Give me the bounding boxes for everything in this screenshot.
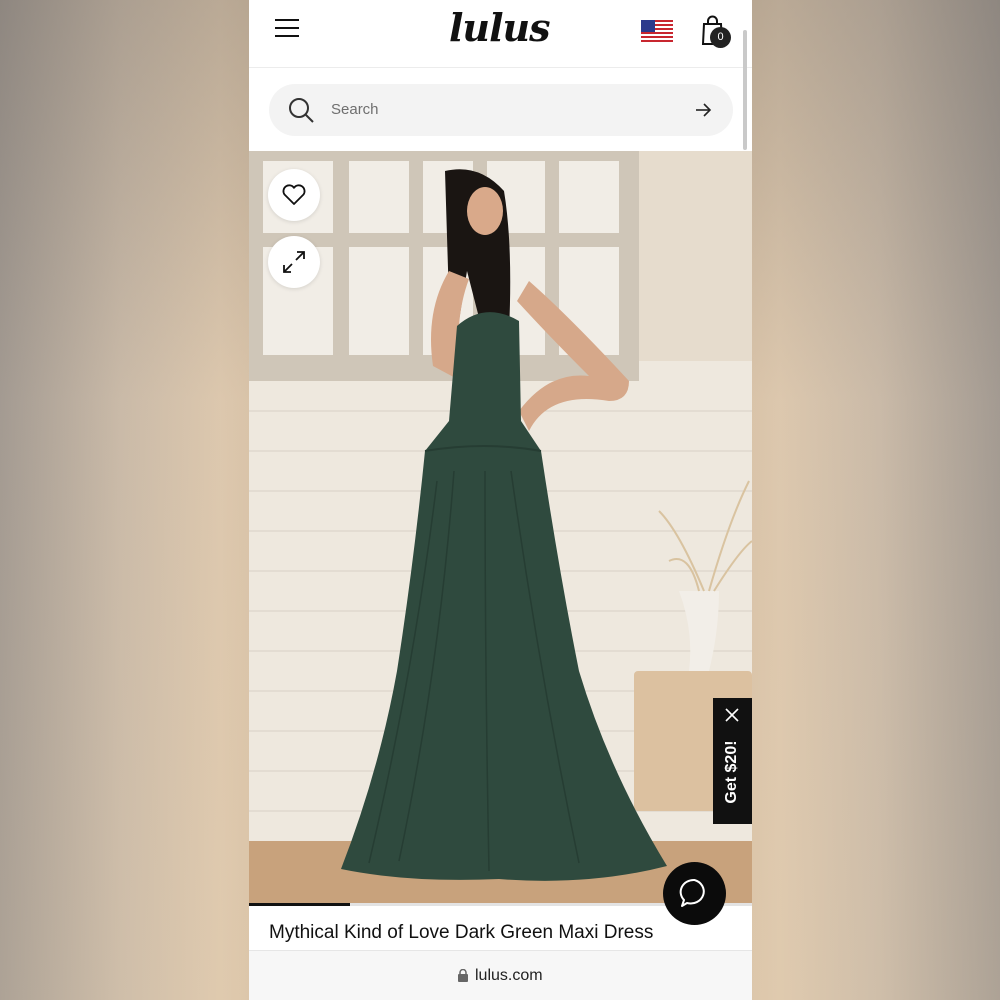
product-image[interactable] — [249, 151, 752, 904]
promo-label: Get $20! — [723, 740, 740, 804]
lulus-logo[interactable]: lulus — [449, 4, 551, 52]
product-title[interactable]: Mythical Kind of Love Dark Green Maxi Dr… — [269, 922, 653, 944]
arrow-right-icon[interactable] — [693, 100, 713, 120]
chat-button[interactable] — [663, 862, 726, 925]
background-left — [0, 0, 249, 1000]
url-text: lulus.com — [475, 967, 543, 984]
us-flag-icon[interactable] — [641, 20, 673, 44]
site-header: lulus 0 — [249, 0, 752, 68]
expand-image-button[interactable] — [268, 236, 320, 288]
search-section: Search — [249, 69, 752, 151]
image-progress-fill — [249, 903, 350, 906]
lock-icon — [458, 969, 468, 982]
wishlist-button[interactable] — [268, 169, 320, 221]
promo-tab[interactable]: Get $20! — [713, 698, 752, 824]
heart-icon — [282, 184, 306, 205]
search-placeholder: Search — [331, 101, 379, 118]
product-photo — [249, 151, 752, 904]
background-right — [752, 0, 1000, 1000]
search-input[interactable]: Search — [269, 84, 733, 136]
cart-count-badge: 0 — [710, 27, 731, 48]
chat-bubble-icon — [679, 878, 705, 907]
page-scrollbar[interactable] — [743, 30, 747, 150]
mobile-screen: lulus 0 Search Get $20! Mythical Kind of… — [249, 0, 752, 1000]
expand-icon — [283, 251, 305, 273]
close-icon[interactable] — [725, 708, 739, 722]
search-icon — [289, 98, 314, 123]
browser-url-bar[interactable]: lulus.com — [249, 950, 752, 1000]
hamburger-menu-icon[interactable] — [275, 18, 299, 38]
